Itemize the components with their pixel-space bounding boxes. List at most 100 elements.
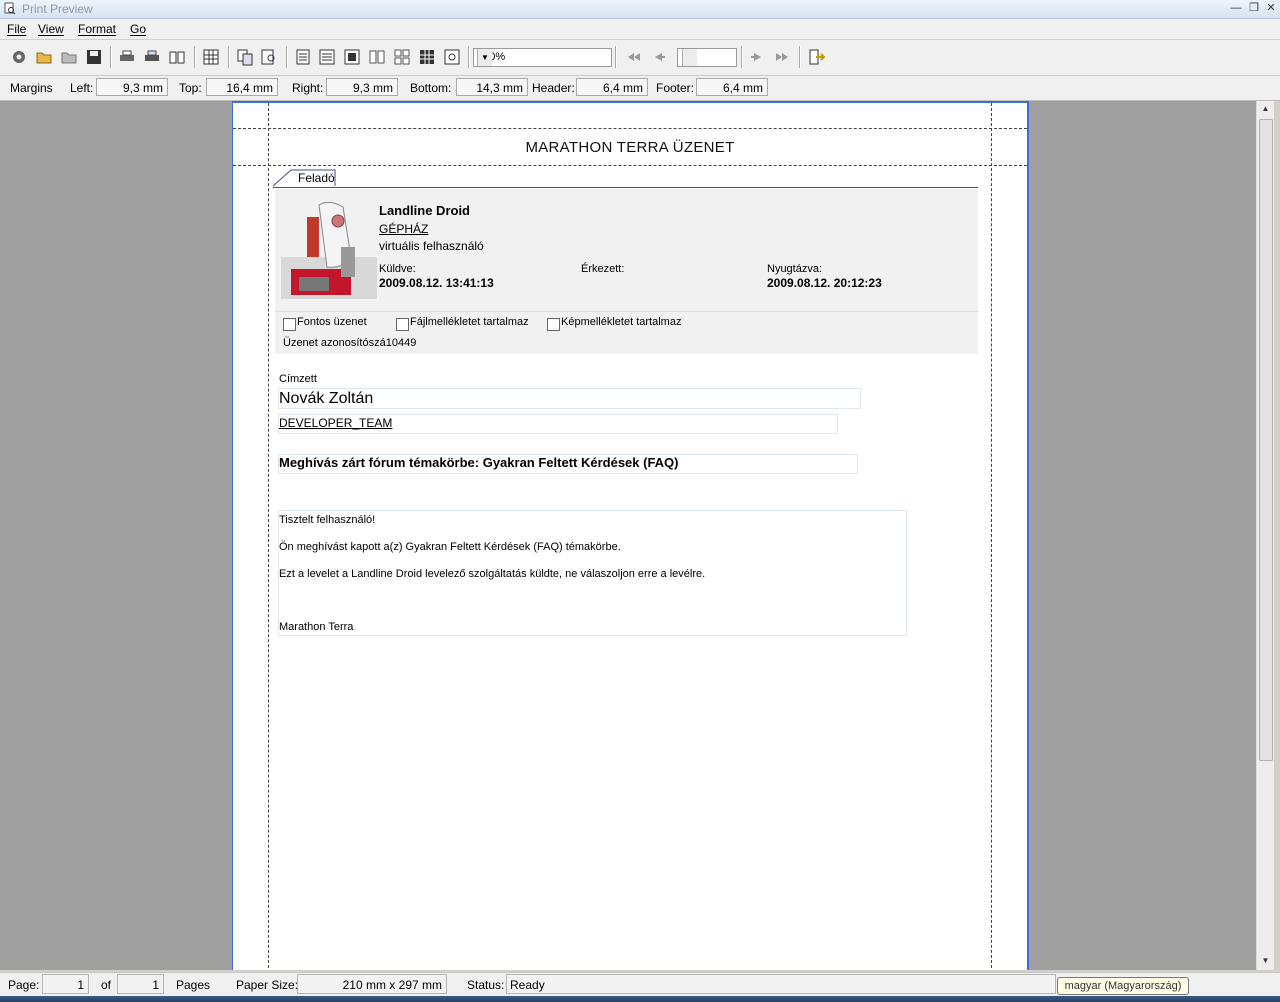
open-folder-icon[interactable]: [35, 48, 53, 66]
paper-size: 210 mm x 297 mm: [297, 974, 447, 994]
important-checkbox[interactable]: [283, 318, 296, 331]
right-margin-guide: [991, 103, 992, 970]
left-margin-field[interactable]: 9,3 mm: [96, 78, 168, 96]
body-greeting: Tisztelt felhasználó!: [279, 514, 376, 526]
toolbar-separator: [741, 46, 743, 68]
ack-label: Nyugtázva:: [767, 263, 823, 275]
tab-divider: [273, 187, 978, 188]
two-pages-icon[interactable]: [368, 48, 386, 66]
toolbar-separator: [799, 46, 801, 68]
ack-value: 2009.08.12. 20:12:23: [767, 276, 882, 290]
maximize-button[interactable]: ❐: [1246, 1, 1262, 15]
file-attachment-checkbox[interactable]: [396, 318, 409, 331]
sent-value: 2009.08.12. 13:41:13: [379, 276, 494, 290]
toolbar-separator: [228, 46, 230, 68]
body-line-1: Ön meghívást kapott a(z) Gyakran Feltett…: [279, 541, 621, 553]
footer-margin-field[interactable]: 6,4 mm: [696, 78, 768, 96]
chevron-down-icon[interactable]: ▼: [477, 49, 492, 66]
exit-icon[interactable]: [807, 48, 825, 66]
status-value: Ready: [506, 974, 1056, 994]
next-page-icon[interactable]: [749, 48, 767, 66]
file-attachment-label: Fájlmellékletet tartalmaz: [410, 316, 529, 328]
save-icon[interactable]: [85, 48, 103, 66]
sender-type: virtuális felhasználó: [379, 239, 484, 253]
multi-pages-icon[interactable]: [418, 48, 436, 66]
body-signature: Marathon Terra: [279, 621, 354, 633]
bottom-margin-field[interactable]: 14,3 mm: [456, 78, 528, 96]
robot-avatar: [281, 201, 377, 299]
menu-go[interactable]: Go: [130, 22, 146, 36]
toolbar-separator: [615, 46, 617, 68]
top-margin-field[interactable]: 16,4 mm: [206, 78, 278, 96]
recipient-label: Címzett: [279, 373, 317, 385]
language-tooltip: magyar (Magyarország): [1057, 977, 1189, 995]
vertical-scrollbar[interactable]: ▲ ▼: [1256, 101, 1274, 970]
last-page-icon[interactable]: [774, 48, 792, 66]
of-label: of: [101, 978, 112, 992]
header-margin-field[interactable]: 6,4 mm: [576, 78, 648, 96]
preview-area[interactable]: MARATHON TERRA ÜZENET Feladó Landline Dr…: [0, 101, 1256, 970]
right-margin-label: Right:: [292, 81, 324, 95]
toolbar-separator: [194, 46, 196, 68]
close-button[interactable]: ✕: [1263, 1, 1279, 15]
sender-name: Landline Droid: [379, 203, 470, 218]
one-page-icon[interactable]: [294, 48, 312, 66]
folder-icon[interactable]: [60, 48, 78, 66]
window-title: Print Preview: [22, 2, 93, 16]
image-attachment-checkbox[interactable]: [547, 318, 560, 331]
settings-icon[interactable]: [10, 48, 28, 66]
four-pages-icon[interactable]: [393, 48, 411, 66]
status-label: Status:: [467, 978, 505, 992]
pages-label: Pages: [176, 978, 211, 992]
toolbar: [0, 40, 1280, 76]
header-guide: [233, 128, 1027, 129]
copy-page-icon[interactable]: [236, 48, 254, 66]
previous-page-icon[interactable]: [649, 48, 667, 66]
header-margin-label: Header:: [532, 81, 575, 95]
footer-margin-label: Footer:: [656, 81, 695, 95]
document-title: MARATHON TERRA ÜZENET: [525, 139, 735, 156]
recipient-group-link[interactable]: DEVELOPER_TEAM: [279, 416, 392, 430]
zoom-pages-icon[interactable]: [443, 48, 461, 66]
find-page-icon[interactable]: [260, 48, 278, 66]
toolbar-separator: [286, 46, 288, 68]
toolbar-separator: [468, 46, 470, 68]
scroll-up-icon[interactable]: ▲: [1257, 101, 1274, 117]
margins-bar: Margins Left: 9,3 mm Top: 16,4 mm Right:…: [0, 76, 1280, 101]
zoom-select[interactable]: 100% ▼: [473, 48, 612, 67]
total-pages: 1: [117, 974, 164, 994]
scroll-down-icon[interactable]: ▼: [1257, 953, 1274, 969]
right-margin-field[interactable]: 9,3 mm: [326, 78, 398, 96]
menu-format[interactable]: Format: [78, 22, 116, 36]
left-margin-guide: [268, 103, 269, 970]
print-setup-icon[interactable]: [143, 48, 161, 66]
spinner-icon[interactable]: [682, 49, 697, 66]
toolbar-separator: [110, 46, 112, 68]
sender-panel: Landline Droid GÉPHÁZ virtuális felhaszn…: [275, 189, 978, 354]
first-page-icon[interactable]: [624, 48, 642, 66]
menu-file[interactable]: File: [7, 22, 26, 36]
menu-view[interactable]: View: [38, 22, 64, 36]
sender-group-link[interactable]: GÉPHÁZ: [379, 222, 428, 236]
body-line-2: Ezt a levelet a Landline Droid levelező …: [279, 568, 706, 580]
whole-page-icon[interactable]: [343, 48, 361, 66]
top-margin-guide: [233, 165, 1027, 166]
print-icon[interactable]: [118, 48, 136, 66]
bottom-margin-label: Bottom:: [410, 81, 452, 95]
book-icon[interactable]: [168, 48, 186, 66]
minimize-button[interactable]: —: [1228, 1, 1244, 15]
page-width-icon[interactable]: [318, 48, 336, 66]
grid-icon[interactable]: [202, 48, 220, 66]
recipient-name: Novák Zoltán: [279, 390, 374, 407]
margins-label: Margins: [10, 81, 53, 95]
received-label: Érkezett:: [581, 263, 625, 275]
important-label: Fontos üzenet: [297, 316, 367, 328]
title-bar: Print Preview — ❐ ✕: [0, 0, 1280, 19]
message-id: Üzenet azonosítószá10449: [283, 337, 417, 349]
paper-size-label: Paper Size:: [236, 978, 299, 992]
image-attachment-label: Képmellékletet tartalmaz: [561, 316, 682, 328]
page-number-input[interactable]: 0: [677, 48, 737, 67]
sent-label: Küldve:: [379, 263, 416, 275]
scroll-thumb[interactable]: [1259, 119, 1273, 761]
menu-bar: File View Format Go: [0, 19, 1280, 40]
